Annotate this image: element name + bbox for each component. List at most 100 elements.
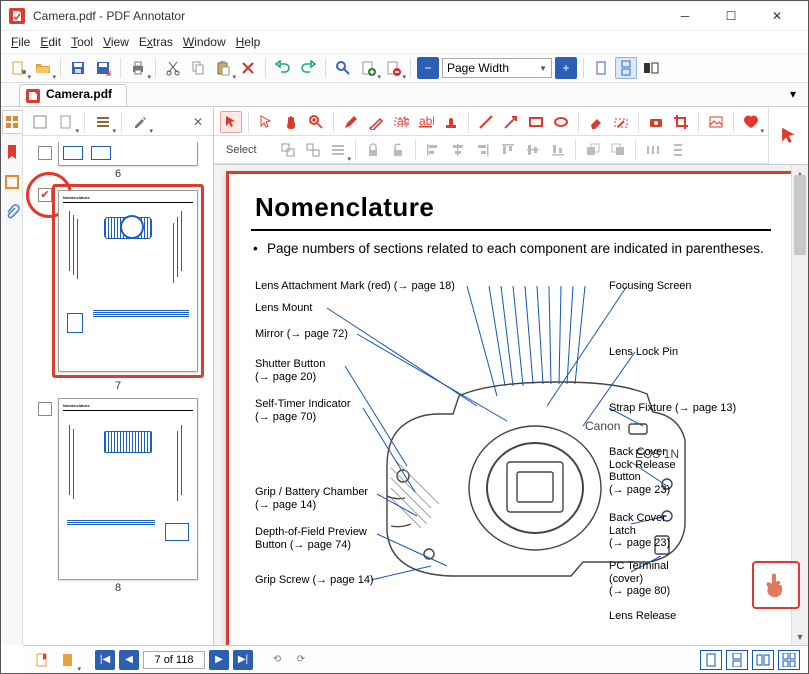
thumb-view-menu[interactable] — [92, 111, 114, 133]
layout-single-button[interactable] — [700, 650, 722, 670]
side-thumbnails-tab[interactable] — [2, 110, 22, 134]
close-window-button[interactable]: ✕ — [754, 1, 800, 31]
thumbnail-page-7[interactable]: Nomenclature 7 — [38, 184, 198, 392]
crop-tool[interactable] — [670, 111, 692, 133]
menu-help[interactable]: Help — [232, 33, 265, 51]
pointer-tool[interactable] — [220, 111, 242, 133]
ellipse-tool[interactable] — [550, 111, 572, 133]
diagram-zone: Canon EOS 1N — [247, 266, 775, 644]
lock-button[interactable] — [362, 139, 384, 161]
pen-tool[interactable] — [340, 111, 362, 133]
save-as-button[interactable] — [92, 57, 114, 79]
side-panel-strip — [1, 108, 23, 645]
ungroup-button[interactable] — [302, 139, 324, 161]
align-left-button[interactable] — [422, 139, 444, 161]
thumbnail-checkbox[interactable] — [38, 146, 52, 160]
delete-button[interactable] — [237, 57, 259, 79]
undo-button[interactable] — [272, 57, 294, 79]
side-attachments-tab[interactable] — [2, 200, 22, 224]
single-page-button[interactable] — [590, 57, 612, 79]
thumbnail-checkbox[interactable] — [38, 188, 52, 202]
page-stage[interactable]: Nomenclature Page numbers of sections re… — [214, 164, 808, 645]
distribute-v-button[interactable] — [667, 139, 689, 161]
lasso-tool[interactable] — [255, 111, 277, 133]
scroll-down-button[interactable]: ▼ — [792, 628, 808, 645]
menu-extras[interactable]: Extras — [135, 33, 177, 51]
menu-tool[interactable]: Tool — [67, 33, 97, 51]
save-button[interactable] — [67, 57, 89, 79]
underline-tool[interactable]: abl — [415, 111, 437, 133]
arrow-tool[interactable] — [500, 111, 522, 133]
side-annotations-tab[interactable] — [2, 170, 22, 194]
thumbnail-page-8[interactable]: Nomenclature 8 — [38, 398, 198, 594]
thumb-select-all-checkbox[interactable] — [29, 111, 51, 133]
thumbnail-panel-close[interactable]: ✕ — [189, 113, 207, 131]
stamp-tool[interactable] — [440, 111, 462, 133]
line-tool[interactable] — [475, 111, 497, 133]
unlock-button[interactable] — [387, 139, 409, 161]
thumbnail-page-6[interactable]: 6 — [38, 142, 198, 180]
zoom-level-select[interactable]: Page Width▼ — [442, 58, 552, 78]
bookmark-page-button[interactable] — [31, 649, 53, 671]
align-bottom-button[interactable] — [547, 139, 569, 161]
align-top-button[interactable] — [497, 139, 519, 161]
snapshot-tool[interactable] — [645, 111, 667, 133]
next-page-button[interactable]: ▶ — [209, 650, 229, 670]
send-back-button[interactable] — [607, 139, 629, 161]
last-page-button[interactable]: ▶| — [233, 650, 253, 670]
layout-continuous-button[interactable] — [726, 650, 748, 670]
group-button[interactable] — [277, 139, 299, 161]
thumb-settings-menu[interactable] — [129, 111, 151, 133]
rectangle-tool[interactable] — [525, 111, 547, 133]
first-page-button[interactable]: |◀ — [95, 650, 115, 670]
page-options-button[interactable] — [57, 649, 79, 671]
text-tool[interactable]: ab — [390, 111, 412, 133]
align-right-button[interactable] — [472, 139, 494, 161]
highlighter-tool[interactable] — [365, 111, 387, 133]
two-page-button[interactable] — [640, 57, 662, 79]
side-bookmarks-tab[interactable] — [2, 140, 22, 164]
delete-page-button[interactable] — [382, 57, 404, 79]
continuous-page-button[interactable] — [615, 57, 637, 79]
prev-page-button[interactable]: ◀ — [119, 650, 139, 670]
bring-front-button[interactable] — [582, 139, 604, 161]
insert-page-button[interactable] — [357, 57, 379, 79]
zoom-tool[interactable] — [305, 111, 327, 133]
layout-facing-continuous-button[interactable] — [778, 650, 800, 670]
document-tab[interactable]: Camera.pdf — [19, 84, 127, 106]
align-center-h-button[interactable] — [447, 139, 469, 161]
erase-area-tool[interactable] — [610, 111, 632, 133]
pan-tool[interactable] — [280, 111, 302, 133]
copy-button[interactable] — [187, 57, 209, 79]
open-button[interactable] — [32, 57, 54, 79]
menu-window[interactable]: Window — [179, 33, 230, 51]
align-middle-v-button[interactable] — [522, 139, 544, 161]
eraser-tool[interactable] — [585, 111, 607, 133]
thumbnail-checkbox[interactable] — [38, 402, 52, 416]
menu-edit[interactable]: Edit — [36, 33, 65, 51]
paste-button[interactable] — [212, 57, 234, 79]
nav-forward-button[interactable]: ⟳ — [291, 650, 311, 670]
maximize-button[interactable]: ☐ — [708, 1, 754, 31]
nav-back-button[interactable]: ⟲ — [267, 650, 287, 670]
find-button[interactable] — [332, 57, 354, 79]
minimize-button[interactable]: ─ — [662, 1, 708, 31]
cut-button[interactable] — [162, 57, 184, 79]
new-doc-button[interactable] — [7, 57, 29, 79]
tab-list-dropdown[interactable]: ▾ — [784, 85, 802, 103]
menu-view[interactable]: View — [99, 33, 133, 51]
image-tool[interactable] — [705, 111, 727, 133]
menu-file[interactable]: File — [7, 33, 34, 51]
zoom-out-button[interactable]: − — [417, 57, 439, 79]
thumb-page-menu[interactable] — [55, 111, 77, 133]
scroll-thumb[interactable] — [794, 175, 806, 255]
layout-facing-button[interactable] — [752, 650, 774, 670]
thumbnail-list[interactable]: 6 Nomenclature — [23, 136, 213, 645]
distribute-h-button[interactable] — [642, 139, 664, 161]
print-button[interactable] — [127, 57, 149, 79]
redo-button[interactable] — [297, 57, 319, 79]
favorites-tool[interactable] — [740, 111, 762, 133]
zoom-in-button[interactable]: + — [555, 57, 577, 79]
arrange-button[interactable] — [327, 139, 349, 161]
page-number-field[interactable]: 7 of 118 — [143, 651, 205, 669]
